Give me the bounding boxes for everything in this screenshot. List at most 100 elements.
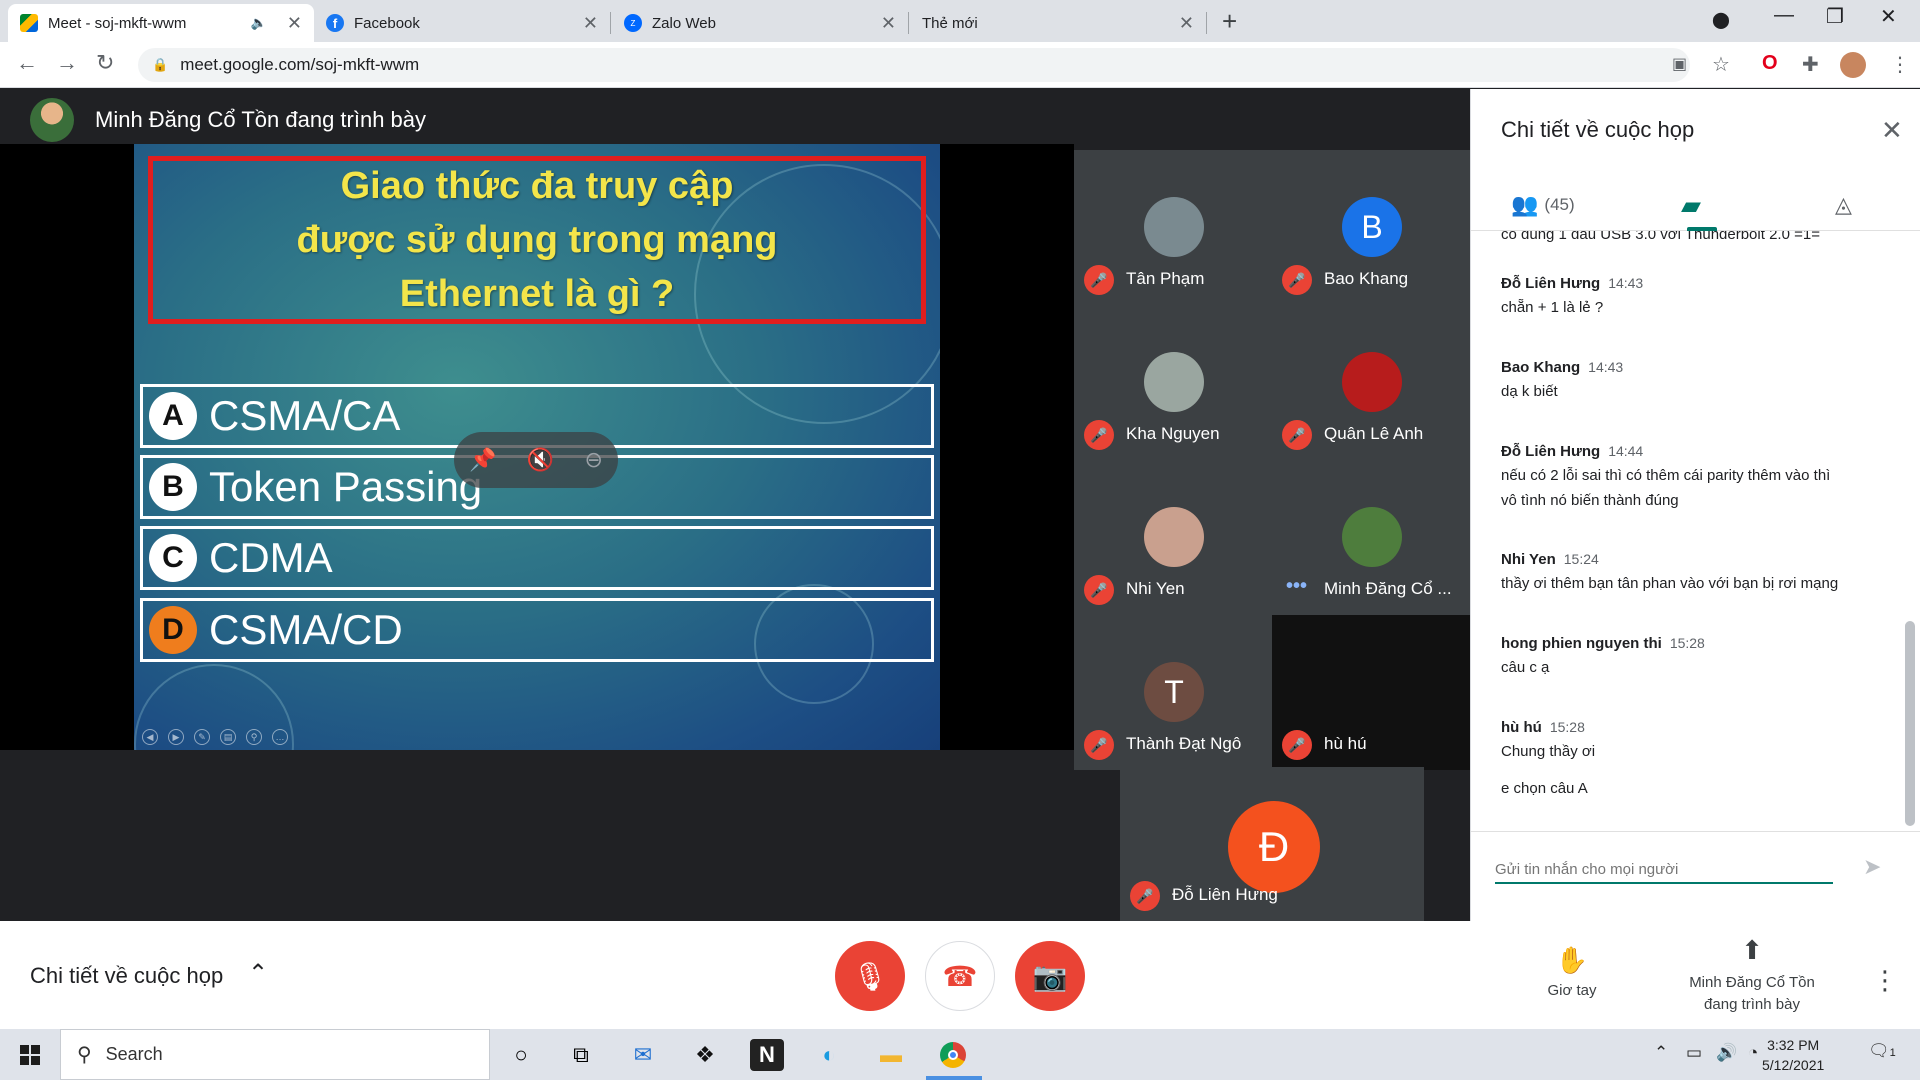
message-time: 14:43 xyxy=(1588,359,1624,375)
pin-icon[interactable]: 📌 xyxy=(469,447,496,473)
participant-tile[interactable]: B 🎤 Bao Khang xyxy=(1272,150,1470,305)
presenting-label: đang trình bày xyxy=(1704,996,1800,1013)
opera-extension-icon[interactable]: O xyxy=(1762,52,1778,75)
meeting-details-toggle[interactable]: Chi tiết về cuộc họp xyxy=(30,963,223,989)
volume-icon[interactable]: 🔊 xyxy=(1716,1043,1737,1063)
message-time: 15:28 xyxy=(1669,635,1705,651)
chat-message: hong phien nguyen thi 15:28 câu c ạ xyxy=(1501,635,1881,680)
task-view-icon[interactable]: ⧉ xyxy=(564,1039,598,1071)
participant-tile[interactable]: 🎤 hù hú xyxy=(1272,615,1470,770)
mute-audio-icon[interactable]: 🔇 xyxy=(527,447,554,473)
file-explorer-icon[interactable]: ▬ xyxy=(874,1039,908,1071)
next-slide-icon[interactable]: ▶ xyxy=(168,729,184,745)
prev-slide-icon[interactable]: ◀ xyxy=(142,729,158,745)
participant-tile[interactable]: 🎤 Kha Nguyen xyxy=(1074,305,1272,460)
more-options-icon[interactable]: ⋮ xyxy=(1872,965,1898,996)
avatar xyxy=(1144,352,1204,412)
profile-avatar[interactable] xyxy=(1840,52,1866,78)
mic-off-icon: 🎤 xyxy=(1084,575,1114,605)
mic-off-icon: 🎙 xyxy=(852,960,888,992)
remove-icon[interactable]: ⊖ xyxy=(584,447,602,473)
chat-message: Bao Khang 14:43 dạ k biết xyxy=(1501,359,1881,404)
message-text: chẵn + 1 là lẻ ? xyxy=(1501,299,1604,316)
zoom-icon[interactable]: ⚲ xyxy=(246,729,262,745)
participant-tile[interactable]: 🎤 Nhi Yen xyxy=(1074,460,1272,615)
presentation-slide[interactable]: Giao thức đa truy cập được sử dụng trong… xyxy=(134,144,940,750)
menu-icon[interactable]: ⋮ xyxy=(1890,52,1910,77)
raise-hand-button[interactable]: ✋ Giơ tay xyxy=(1532,945,1612,999)
cortana-icon[interactable]: ○ xyxy=(504,1039,538,1071)
extensions-icon[interactable]: ✚ xyxy=(1802,52,1819,77)
mic-off-icon: 🎤 xyxy=(1282,265,1312,295)
participant-tile[interactable]: T 🎤 Thành Đạt Ngô xyxy=(1074,615,1272,770)
tab-facebook[interactable]: f Facebook ✕ xyxy=(314,4,610,42)
message-time: 14:43 xyxy=(1608,275,1644,291)
close-icon[interactable]: ✕ xyxy=(287,13,302,34)
back-icon[interactable]: ← xyxy=(16,50,38,76)
meeting-details-panel: Chi tiết về cuộc họp ✕ 👥 (45) ▰ ◬ có dùn… xyxy=(1470,89,1920,921)
tab-new[interactable]: Thẻ mới ✕ xyxy=(910,4,1206,42)
participant-name: Quân Lê Anh xyxy=(1324,424,1424,443)
dropbox-icon[interactable]: ❖ xyxy=(688,1039,722,1071)
presenter-bar: Minh Đăng Cổ Tồn đang trình bày xyxy=(0,89,1470,149)
chat-scrollbar[interactable] xyxy=(1905,621,1915,826)
question-line: Giao thức đa truy cập xyxy=(340,165,734,207)
option-d: D CSMA/CD xyxy=(140,598,934,662)
participant-tile[interactable]: 🎤 Quân Lê Anh xyxy=(1272,305,1470,460)
tab-people[interactable]: 👥 (45) xyxy=(1511,179,1575,231)
participant-name: Đỗ Liên Hưng xyxy=(1172,885,1278,904)
send-icon[interactable]: ➤ xyxy=(1863,854,1881,880)
address-bar[interactable]: 🔒 meet.google.com/soj-mkft-wwm xyxy=(138,48,1690,82)
notion-icon[interactable]: N xyxy=(750,1039,784,1071)
close-icon[interactable]: ✕ xyxy=(881,13,896,34)
pen-icon[interactable]: ✎ xyxy=(194,729,210,745)
camera-blocked-icon[interactable]: ▣ xyxy=(1672,54,1687,74)
search-icon: ⚲ xyxy=(77,1044,92,1066)
google-meet-icon xyxy=(20,14,38,32)
close-icon[interactable]: ✕ xyxy=(1179,13,1194,34)
tab-search-icon[interactable]: ⬤ xyxy=(1712,10,1730,30)
close-icon[interactable]: ✕ xyxy=(583,13,598,34)
option-letter: B xyxy=(149,463,197,511)
star-icon[interactable]: ☆ xyxy=(1712,52,1730,77)
participant-tile[interactable]: 🎤 Tân Phạm xyxy=(1074,150,1272,305)
close-icon[interactable]: ✕ xyxy=(1881,115,1903,146)
chevron-up-icon[interactable]: ⌃ xyxy=(1654,1043,1668,1063)
message-header: Nhi Yen 15:24 xyxy=(1501,551,1881,568)
edge-icon[interactable]: ◐ xyxy=(812,1039,846,1071)
chat-message: Đỗ Liên Hưng 14:44 nếu có 2 lỗi sai thì c… xyxy=(1501,443,1881,513)
tab-activities[interactable]: ◬ xyxy=(1835,179,1858,231)
speaker-icon[interactable]: 🔈 xyxy=(251,15,267,31)
mic-toggle-button[interactable]: 🎙 xyxy=(835,941,905,1011)
mail-icon[interactable]: ✉ xyxy=(626,1039,660,1071)
tab-zalo[interactable]: Z Zalo Web ✕ xyxy=(612,4,908,42)
notification-center-icon[interactable]: 🗨1 xyxy=(1868,1041,1896,1061)
restore-icon[interactable]: ❐ xyxy=(1826,4,1844,29)
presenter-title: Minh Đăng Cổ Tồn đang trình bày xyxy=(95,107,427,132)
presenting-button[interactable]: ⬆ Minh Đăng Cổ Tồn đang trình bày xyxy=(1662,935,1842,1016)
tab-chat[interactable]: ▰ xyxy=(1681,179,1701,231)
taskbar-clock[interactable]: 3:32 PM 5/12/2021 xyxy=(1762,1035,1824,1075)
window-close-icon[interactable]: ✕ xyxy=(1880,4,1897,29)
wifi-icon[interactable]: ◔ xyxy=(1748,1043,1758,1063)
more-icon[interactable]: … xyxy=(272,729,288,745)
windows-start-icon[interactable] xyxy=(20,1045,40,1065)
slides-icon[interactable]: ▤ xyxy=(220,729,236,745)
chrome-icon[interactable] xyxy=(936,1039,970,1071)
participant-tile[interactable]: ••• Minh Đăng Cổ ... xyxy=(1272,460,1470,615)
self-tile[interactable]: Đ 🎤 Đỗ Liên Hưng xyxy=(1120,767,1424,921)
reload-icon[interactable]: ↻ xyxy=(96,50,114,76)
leave-call-button[interactable]: ☎ xyxy=(925,941,995,1011)
forward-icon[interactable]: → xyxy=(56,50,78,76)
camera-toggle-button[interactable]: 📷 xyxy=(1015,941,1085,1011)
chat-message-input[interactable] xyxy=(1495,856,1833,884)
taskbar-search[interactable]: ⚲ Search xyxy=(60,1029,490,1080)
message-text: nếu có 2 lỗi sai thì có thêm cái parity … xyxy=(1501,467,1831,484)
tab-meet[interactable]: Meet - soj-mkft-wwm 🔈 ✕ xyxy=(8,4,314,42)
message-text: vô tình nó biến thành đúng xyxy=(1501,492,1679,509)
mic-off-icon: 🎤 xyxy=(1282,730,1312,760)
new-tab-icon[interactable]: + xyxy=(1222,6,1237,37)
minimize-icon[interactable]: — xyxy=(1774,4,1794,27)
battery-icon[interactable]: ▭ xyxy=(1686,1043,1702,1063)
chevron-up-icon[interactable]: ⌃ xyxy=(248,959,268,988)
